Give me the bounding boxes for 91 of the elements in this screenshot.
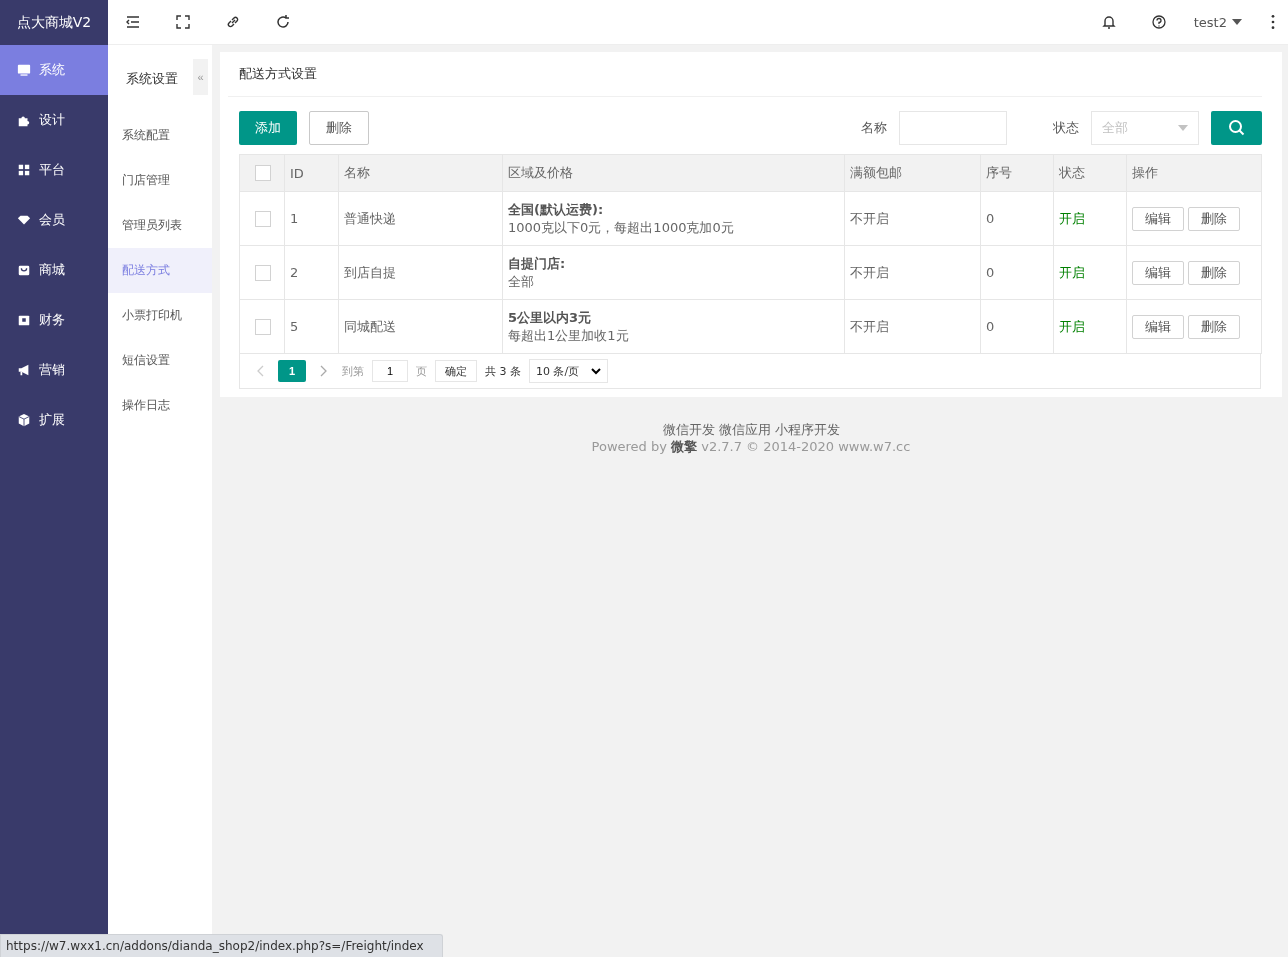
powered-by-text: Powered by 微擎 v2.7.7 © 2014-2020 www.w7.cc <box>590 438 912 455</box>
confirm-button[interactable]: 确定 <box>435 360 477 382</box>
name-label: 名称 <box>861 119 887 137</box>
edit-button[interactable]: 编辑 <box>1132 206 1184 231</box>
table-cell: 0 <box>980 191 1054 246</box>
table-cell: 不开启 <box>844 191 981 246</box>
bag-icon <box>17 263 31 277</box>
column-header: 名称 <box>338 154 503 192</box>
table-cell: 0 <box>980 245 1054 300</box>
brand-title: 点大商城V2 <box>15 12 93 32</box>
status-label: 状态 <box>1053 119 1079 137</box>
nav-item[interactable]: 商城 <box>0 245 108 295</box>
delete-button[interactable]: 删除 <box>1188 260 1240 285</box>
checkbox[interactable] <box>255 318 271 335</box>
region-detail: 1000克以下0元，每超出1000克加0元 <box>508 218 735 237</box>
delete-button[interactable]: 删除 <box>309 111 369 145</box>
footer-link[interactable]: 微信应用 <box>718 421 771 438</box>
column-header: 满额包邮 <box>844 154 981 192</box>
nav-item[interactable]: 系统 <box>0 45 108 95</box>
region-title: 自提门店: <box>508 254 567 273</box>
gem-icon <box>17 213 31 227</box>
column-header: 状态 <box>1053 154 1127 192</box>
link-icon[interactable] <box>225 14 241 30</box>
region-title: 5公里以内3元 <box>508 308 593 327</box>
name-input[interactable] <box>899 111 1007 145</box>
table-cell: 0 <box>980 299 1054 354</box>
next-icon[interactable] <box>320 365 328 377</box>
caret-icon <box>1232 19 1242 25</box>
submenu-item[interactable]: 小票打印机 <box>108 293 212 338</box>
help-icon[interactable] <box>1150 14 1167 30</box>
delete-button[interactable]: 删除 <box>1188 206 1240 231</box>
nav-item[interactable]: 扩展 <box>0 395 108 445</box>
table-cell: 到店自提 <box>338 245 503 300</box>
wallet-icon <box>17 313 31 327</box>
page-unit: 页 <box>416 363 427 379</box>
column-header: ID <box>284 154 339 192</box>
table-cell: 不开启 <box>844 245 981 300</box>
delete-button[interactable]: 删除 <box>1188 314 1240 339</box>
table-cell: 2 <box>284 245 339 300</box>
submenu-item[interactable]: 管理员列表 <box>108 203 212 248</box>
submenu-title: 系统设置 <box>126 70 178 88</box>
cube-icon <box>17 413 31 427</box>
status-text: 开启 <box>1059 210 1085 226</box>
edit-button[interactable]: 编辑 <box>1132 314 1184 339</box>
edit-button[interactable]: 编辑 <box>1132 260 1184 285</box>
total-count: 共 3 条 <box>485 363 521 379</box>
submenu-item[interactable]: 门店管理 <box>108 158 212 203</box>
column-header: 操作 <box>1126 154 1262 192</box>
table-cell: 5 <box>284 299 339 354</box>
page-button[interactable]: 1 <box>278 360 306 382</box>
nav-item[interactable]: 设计 <box>0 95 108 145</box>
megaphone-icon <box>17 363 31 377</box>
panel-title: 配送方式设置 <box>228 52 1262 97</box>
nav-item[interactable]: 财务 <box>0 295 108 345</box>
submenu-item[interactable]: 短信设置 <box>108 338 212 383</box>
table-cell: 普通快递 <box>338 191 503 246</box>
search-icon <box>1227 119 1246 137</box>
nav-item[interactable]: 营销 <box>0 345 108 395</box>
table-cell: 1 <box>284 191 339 246</box>
search-button[interactable] <box>1211 111 1262 145</box>
footer-link[interactable]: 微信开发 <box>662 421 715 438</box>
column-header: 序号 <box>980 154 1054 192</box>
column-header: 区域及价格 <box>502 154 845 192</box>
monitor-icon <box>17 63 31 77</box>
table-cell: 不开启 <box>844 299 981 354</box>
table-cell: 同城配送 <box>338 299 503 354</box>
page-size-select[interactable]: 10 条/页 <box>529 359 609 383</box>
bell-icon[interactable] <box>1100 14 1117 30</box>
grid-icon <box>17 163 31 177</box>
footer-link[interactable]: 小程序开发 <box>774 421 840 438</box>
nav-item[interactable]: 平台 <box>0 145 108 195</box>
nav-item[interactable]: 会员 <box>0 195 108 245</box>
add-button[interactable]: 添加 <box>239 111 297 145</box>
status-url: https://w7.wxx1.cn/addons/dianda_shop2/index.php?s=/Freight/index <box>0 934 443 957</box>
refresh-icon[interactable] <box>275 14 291 30</box>
checkbox[interactable] <box>255 210 271 227</box>
submenu-item[interactable]: 系统配置 <box>108 113 212 158</box>
region-title: 全国(默认运费): <box>508 200 605 219</box>
status-text: 开启 <box>1059 264 1085 280</box>
status-text: 开启 <box>1059 318 1085 334</box>
page-input[interactable]: 1 <box>372 360 408 382</box>
region-detail: 每超出1公里加收1元 <box>508 326 630 345</box>
menu-icon[interactable] <box>125 14 141 30</box>
chevron-icon <box>591 367 602 375</box>
checkbox[interactable] <box>255 165 271 181</box>
submenu-item[interactable]: 操作日志 <box>108 383 212 428</box>
checkbox[interactable] <box>255 264 271 281</box>
region-detail: 全部 <box>508 272 535 291</box>
fullscreen-icon[interactable] <box>175 14 191 30</box>
user-menu[interactable]: test2 <box>1193 14 1242 30</box>
goto-label: 到第 <box>342 363 364 379</box>
